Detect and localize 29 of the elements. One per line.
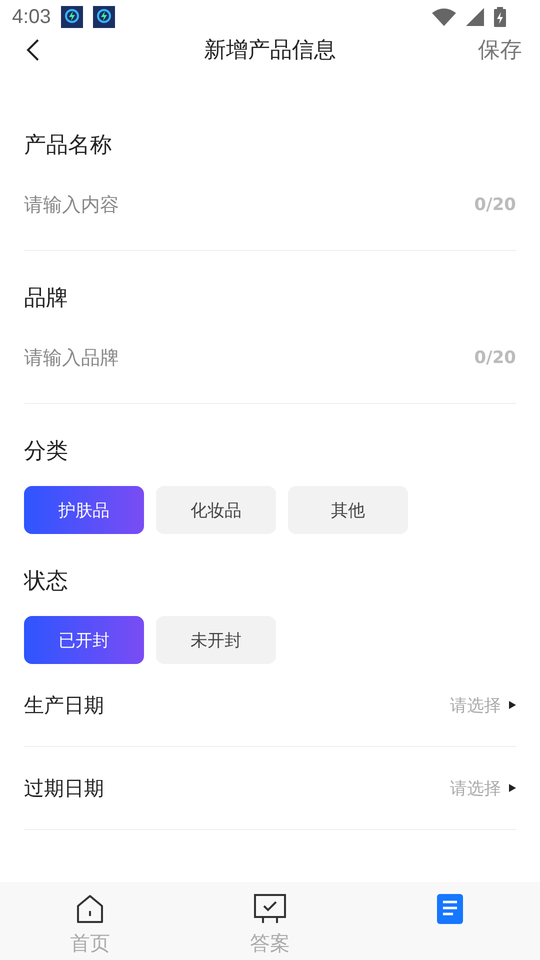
option-chip[interactable]: 化妆品: [156, 486, 276, 534]
group-label: 分类: [24, 438, 69, 466]
caret-icon: [509, 784, 516, 792]
app-notification-icon: [60, 6, 83, 28]
option-chip[interactable]: 已开封: [24, 616, 144, 664]
character-counter: 0/20: [474, 348, 516, 368]
input-field[interactable]: 请输入品牌: [24, 347, 474, 369]
date-label: 生产日期: [24, 692, 105, 718]
field-label: 产品名称: [24, 132, 113, 160]
battery-icon: [494, 7, 506, 27]
character-counter: 0/20: [474, 195, 516, 215]
home-icon[interactable]: [75, 894, 105, 924]
field-label: 品牌: [24, 285, 69, 313]
page-title: 新增产品信息: [204, 37, 336, 65]
option-chip[interactable]: 未开封: [156, 616, 276, 664]
signal-icon: [466, 8, 484, 26]
save-button[interactable]: 保存: [478, 35, 522, 65]
group-label: 状态: [24, 568, 69, 596]
date-label: 过期日期: [24, 774, 105, 802]
input-field[interactable]: 请输入内容: [24, 194, 474, 216]
app-notification-icon: [92, 6, 115, 28]
option-chip[interactable]: 护肤品: [24, 486, 144, 534]
status-time: 4:03: [12, 6, 51, 28]
caret-icon: [509, 701, 516, 709]
board-check-icon[interactable]: [254, 894, 286, 924]
back-icon[interactable]: [26, 38, 40, 62]
wifi-icon: [432, 8, 456, 26]
option-chip[interactable]: 其他: [288, 486, 408, 534]
document-icon[interactable]: [437, 894, 463, 924]
